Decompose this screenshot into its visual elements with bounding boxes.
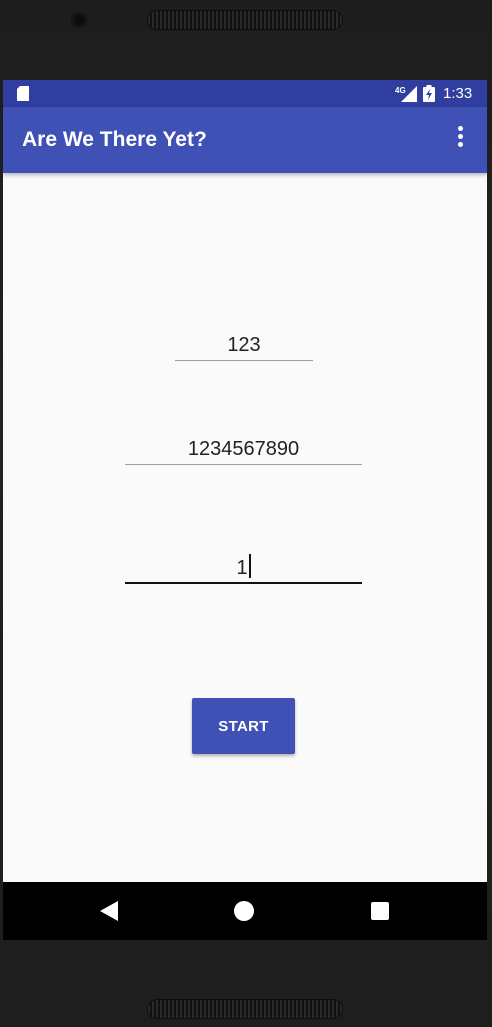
- status-clock: 1:33: [443, 85, 473, 102]
- overflow-menu-button[interactable]: [445, 122, 475, 158]
- number-input-2[interactable]: 1234567890: [125, 436, 362, 465]
- network-type-label: 4G: [395, 86, 406, 95]
- back-icon[interactable]: [100, 901, 118, 921]
- number-input-1-value: 123: [227, 334, 261, 356]
- home-icon[interactable]: [234, 901, 254, 921]
- status-bar: 4G 1:33: [3, 80, 487, 107]
- navigation-bar: [3, 882, 487, 940]
- top-speaker-grille: [148, 11, 342, 29]
- signal-4g-icon: 4G: [395, 86, 417, 102]
- sd-card-icon: [17, 86, 29, 101]
- battery-charging-icon: [423, 85, 435, 102]
- bottom-speaker-grille: [148, 1000, 342, 1018]
- number-input-1[interactable]: 123: [175, 332, 313, 361]
- main-content: 123 1234567890 1 START: [3, 173, 487, 882]
- phone-frame: 4G 1:33 Are We There Yet? 123 1234567890…: [0, 0, 492, 1027]
- number-input-3-value: 1: [236, 557, 248, 579]
- text-cursor: [248, 554, 251, 578]
- app-title: Are We There Yet?: [22, 128, 207, 151]
- front-camera: [71, 12, 87, 28]
- number-input-3[interactable]: 1: [125, 554, 362, 584]
- app-bar: Are We There Yet?: [3, 107, 487, 173]
- start-button[interactable]: START: [192, 698, 295, 754]
- screen: 4G 1:33 Are We There Yet? 123 1234567890…: [3, 80, 487, 940]
- recents-icon[interactable]: [371, 902, 389, 920]
- number-input-2-value: 1234567890: [187, 438, 300, 460]
